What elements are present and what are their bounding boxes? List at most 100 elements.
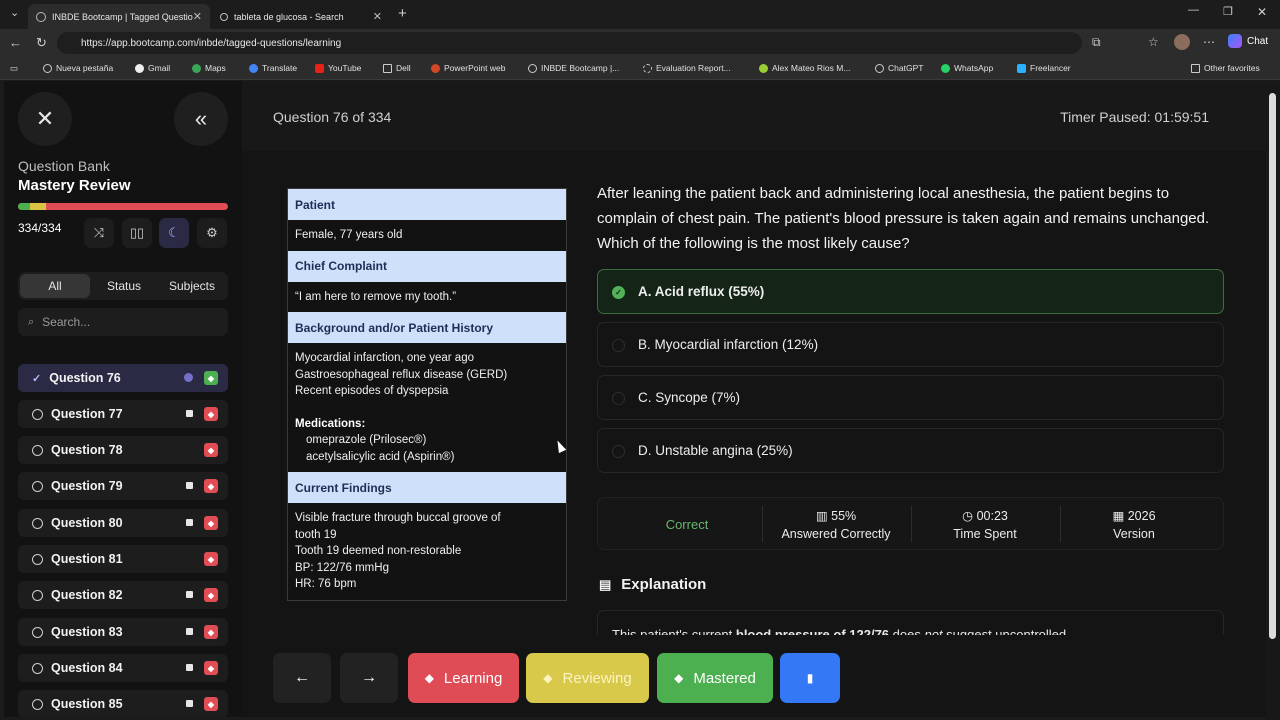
close-tab-icon[interactable]: ✕ [193, 10, 202, 23]
folder-icon [383, 63, 392, 73]
list-item[interactable]: Question 77 ◆ [18, 400, 228, 428]
tab-inbde[interactable]: INBDE Bootcamp | Tagged Questio ✕ [28, 4, 210, 29]
bookmark-item[interactable]: ChatGPT [875, 63, 923, 73]
status-circle-icon [32, 589, 43, 601]
profile-avatar-icon[interactable] [1174, 34, 1190, 50]
bookmark-item[interactable]: Gmail [135, 63, 170, 73]
bookmark-item[interactable]: YouTube [315, 63, 361, 73]
progress-reviewing [30, 203, 46, 210]
status-circle-icon [32, 553, 43, 565]
bookmark-item[interactable]: Alex Mateo Rios M... [759, 63, 850, 73]
bookmark-item[interactable]: Translate [249, 63, 297, 73]
timer[interactable]: Timer Paused: 01:59:51 [1060, 109, 1209, 125]
bookmark-item[interactable]: WhatsApp [941, 63, 993, 73]
tag-icon: ◆ [543, 671, 553, 685]
bookmark-icon: ▮ [806, 671, 814, 685]
nav-row: ← ↻ https://app.bootcamp.com/inbde/tagge… [0, 29, 1280, 57]
close-button[interactable]: ✕ [18, 92, 72, 146]
filter-status[interactable]: Status [90, 274, 158, 298]
answer-option-d[interactable]: D. Unstable angina (25%) [597, 428, 1224, 473]
copilot-chat-button[interactable]: Chat [1228, 34, 1268, 48]
restore-icon[interactable]: ❐ [1223, 5, 1233, 18]
document-icon: ▤ [599, 576, 612, 592]
book-icon: ▯▯ [129, 225, 145, 240]
globe-icon [43, 63, 52, 73]
bookmark-item[interactable]: PowerPoint web [431, 63, 505, 73]
favorites-icon[interactable]: ☆ [1148, 35, 1159, 49]
inbde-favicon-icon [36, 11, 46, 22]
new-tab-icon[interactable]: + [398, 5, 407, 22]
answer-option-a[interactable]: ✓ A. Acid reflux (55%) [597, 269, 1224, 314]
explanation-text: This patient's current blood pressure of… [612, 627, 1067, 635]
tab-search[interactable]: tableta de glucosa - Search ✕ [212, 4, 390, 29]
close-tab-icon[interactable]: ✕ [373, 10, 382, 23]
bookmark-item[interactable]: Dell [383, 63, 411, 73]
previous-button[interactable]: ← [273, 653, 331, 703]
main-panel: Question 76 of 334 Timer Paused: 01:59:5… [242, 81, 1266, 717]
check-icon: ✓ [32, 372, 42, 385]
bookmark-item[interactable]: INBDE Bootcamp |... [528, 63, 619, 73]
question-header: Question 76 of 334 Timer Paused: 01:59:5… [242, 81, 1266, 151]
list-item[interactable]: Question 84 ◆ [18, 654, 228, 682]
shuffle-button[interactable]: ⤨ [84, 218, 114, 248]
tab-label: INBDE Bootcamp | Tagged Questio [52, 11, 193, 22]
reviewing-button[interactable]: ◆ Reviewing [526, 653, 649, 703]
list-item[interactable]: Question 80 ◆ [18, 509, 228, 537]
dark-mode-button[interactable]: ☾ [159, 218, 189, 248]
collapse-sidebar-button[interactable]: « [174, 92, 228, 146]
bookmark-icon [186, 482, 193, 489]
tab-list-icon[interactable]: ⌄ [10, 6, 19, 19]
scrollbar[interactable] [1266, 81, 1280, 720]
search-input[interactable]: ⌕ Search... [18, 308, 228, 336]
filter-subjects[interactable]: Subjects [158, 274, 226, 298]
mode-title: Mastery Review [18, 177, 131, 194]
list-item[interactable]: Question 78 ◆ [18, 436, 228, 464]
scrollbar-thumb[interactable] [1269, 93, 1276, 639]
list-item[interactable]: Question 82 ◆ [18, 581, 228, 609]
question-number: Question 76 of 334 [273, 109, 392, 125]
bookmark-icon [186, 628, 193, 635]
back-icon[interactable]: ← [9, 35, 22, 50]
question-stem: After leaning the patient back and admin… [597, 185, 1210, 252]
reload-icon[interactable]: ↻ [36, 35, 47, 51]
list-item[interactable]: ✓ Question 76 ◆ [18, 364, 228, 392]
translate-icon [249, 63, 258, 73]
other-favorites[interactable]: Other favorites [1191, 63, 1260, 73]
bookmark-item[interactable]: Evaluation Report... [643, 63, 731, 73]
minimize-icon[interactable]: — [1188, 4, 1199, 16]
chart-icon: ▥ [815, 508, 828, 523]
tag-icon: ◆ [204, 371, 218, 385]
maps-icon [192, 63, 201, 73]
layout-button[interactable]: ▯▯ [122, 218, 152, 248]
answer-option-c[interactable]: C. Syncope (7%) [597, 375, 1224, 420]
tab-strip: ⌄ INBDE Bootcamp | Tagged Questio ✕ tabl… [0, 0, 1280, 29]
whatsapp-icon [941, 63, 950, 73]
sidebar: ✕ « Question Bank Mastery Review 334/334… [4, 81, 242, 717]
bookmark-item[interactable]: Freelancer [1017, 63, 1071, 73]
tag-icon: ◆ [674, 671, 684, 685]
learning-button[interactable]: ◆ Learning [408, 653, 519, 703]
mastered-button[interactable]: ◆ Mastered [657, 653, 773, 703]
close-window-icon[interactable]: ✕ [1257, 5, 1267, 19]
bookmark-item[interactable]: Nueva pestaña [43, 63, 113, 73]
progress-mastered [18, 203, 30, 210]
result-label: Correct [665, 516, 709, 532]
bookmarks-menu-icon[interactable]: ▭ [10, 63, 18, 74]
list-item[interactable]: Question 81 ◆ [18, 545, 228, 573]
extensions-icon[interactable]: ⧉ [1092, 35, 1101, 50]
address-bar[interactable]: https://app.bootcamp.com/inbde/tagged-qu… [57, 32, 1082, 54]
list-item[interactable]: Question 85 ◆ [18, 690, 228, 717]
list-item[interactable]: Question 79 ◆ [18, 472, 228, 500]
next-button[interactable]: → [340, 653, 398, 703]
explanation-heading: ▤ Explanation [599, 576, 707, 593]
tag-icon: ◆ [204, 625, 218, 639]
gear-icon: ⚙ [206, 225, 218, 240]
filter-all[interactable]: All [20, 274, 90, 298]
settings-button[interactable]: ⚙ [197, 218, 227, 248]
bookmark-button[interactable]: ▮ [780, 653, 840, 703]
bookmark-item[interactable]: Maps [192, 63, 226, 73]
tag-icon: ◆ [424, 671, 434, 685]
more-icon[interactable]: ⋯ [1203, 35, 1215, 49]
answer-option-b[interactable]: B. Myocardial infarction (12%) [597, 322, 1224, 367]
list-item[interactable]: Question 83 ◆ [18, 618, 228, 646]
